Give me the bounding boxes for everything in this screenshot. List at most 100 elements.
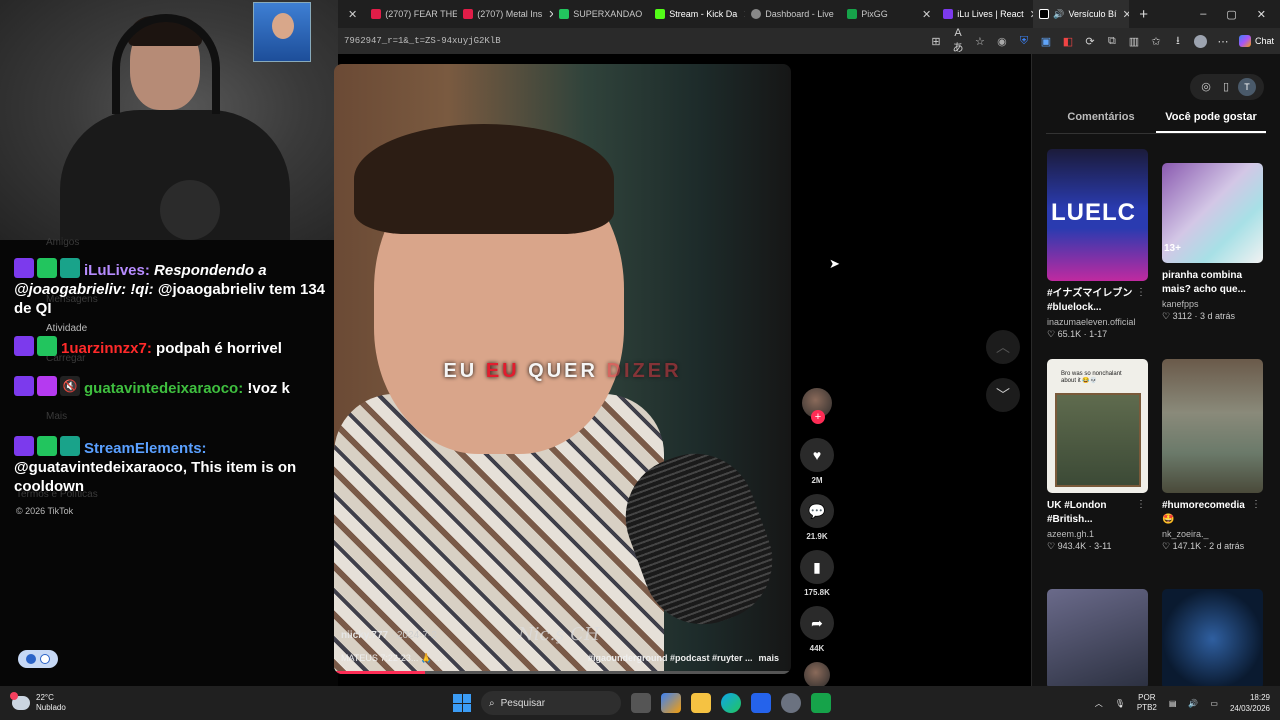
video-author[interactable]: niicky.777 bbox=[341, 630, 388, 641]
tray-expand-icon[interactable]: ︿ bbox=[1095, 698, 1103, 709]
previous-video-button[interactable]: ︿ bbox=[986, 330, 1020, 364]
more-options-icon[interactable]: ⋮ bbox=[1136, 287, 1146, 298]
bitwarden-icon[interactable]: ⛨ bbox=[1018, 35, 1030, 48]
taskbar-search[interactable]: ⌕ Pesquisar bbox=[481, 691, 621, 715]
video-card[interactable]: 13+ piranha combina mais? acho que... ka… bbox=[1162, 163, 1263, 322]
video-thumbnail[interactable] bbox=[1047, 589, 1148, 686]
language-indicator[interactable]: POR PTB2 bbox=[1137, 693, 1157, 713]
close-window-button[interactable]: ✕ bbox=[1257, 8, 1266, 21]
video-card-title[interactable]: #イナズマイレブン #bluelock... bbox=[1047, 287, 1148, 315]
video-card[interactable]: #humorecomedia 🤩 ⋮ nk_zoeira._ ♡ 147.1K … bbox=[1162, 359, 1263, 552]
downloads-icon[interactable]: ⭳ bbox=[1172, 32, 1184, 51]
volume-icon[interactable]: 🔊 bbox=[1188, 699, 1198, 708]
comment-button[interactable]: 💬 bbox=[800, 494, 834, 528]
video-player[interactable]: EU EU QUER DIZER Nic.ş CH niicky.777 · 2… bbox=[334, 64, 791, 674]
url-field[interactable]: 7962947_r=1&_t=ZS-94xuyjG2KlB bbox=[344, 36, 501, 46]
video-thumbnail[interactable]: LUELC bbox=[1047, 149, 1148, 281]
video-thumbnail[interactable]: 13+ bbox=[1162, 163, 1263, 263]
share-button[interactable]: ➦ bbox=[800, 606, 834, 640]
tab-pixgg[interactable]: PixGG ✕ bbox=[841, 0, 937, 28]
office-icon[interactable]: ◧ bbox=[1062, 35, 1074, 48]
copilot-chat-button[interactable]: Chat bbox=[1238, 35, 1274, 47]
weather-widget[interactable]: 22°C Nublado bbox=[0, 692, 200, 713]
chat-username[interactable]: StreamElements: bbox=[84, 440, 207, 457]
save-button[interactable]: ▮ bbox=[800, 550, 834, 584]
tab-youtube-2[interactable]: (2707) Metal Ins ✕ bbox=[457, 0, 553, 28]
streaming-app-icon[interactable] bbox=[811, 693, 831, 713]
video-progress-fill bbox=[334, 671, 426, 674]
tab-youtube-1[interactable]: (2707) FEAR THE✕ bbox=[365, 0, 457, 28]
tab-you-may-like[interactable]: Você pode gostar bbox=[1156, 108, 1266, 133]
phone-icon[interactable]: ▯ bbox=[1218, 79, 1234, 95]
share-count: 44K bbox=[809, 644, 825, 653]
battery-icon[interactable]: ▭ bbox=[1210, 699, 1218, 708]
video-card-title[interactable]: piranha combina mais? acho que... bbox=[1162, 269, 1263, 297]
extension-icon[interactable]: ◉ bbox=[996, 35, 1008, 48]
photos-app-icon[interactable] bbox=[751, 693, 771, 713]
video-card-author[interactable]: kanefpps bbox=[1162, 299, 1263, 309]
video-card[interactable]: LUELC #イナズマイレブン #bluelock... ⋮ inazumael… bbox=[1047, 149, 1148, 340]
read-aloud-icon[interactable]: Aあ bbox=[952, 27, 964, 55]
edge-browser-icon[interactable] bbox=[721, 693, 741, 713]
tab-kick-stream[interactable]: Stream - Kick Da✕ bbox=[649, 0, 745, 28]
video-card-author[interactable]: azeem.gh.1 bbox=[1047, 529, 1148, 539]
settings-gear-icon[interactable] bbox=[781, 693, 801, 713]
split-screen-icon[interactable]: ▥ bbox=[1128, 35, 1140, 48]
video-card-title[interactable]: UK #London #British... bbox=[1047, 499, 1148, 527]
video-thumbnail[interactable] bbox=[1162, 359, 1263, 493]
file-explorer-icon[interactable] bbox=[691, 693, 711, 713]
pixgg-icon bbox=[847, 9, 858, 19]
speaker-icon[interactable]: 🔊 bbox=[1053, 9, 1064, 20]
tab-comments[interactable]: Comentários bbox=[1046, 108, 1156, 133]
extensions-puzzle-icon[interactable]: ⧉ bbox=[1106, 35, 1118, 48]
next-video-button[interactable]: ﹀ bbox=[986, 378, 1020, 412]
task-view-icon[interactable] bbox=[631, 693, 651, 713]
minimize-button[interactable]: – bbox=[1200, 8, 1206, 21]
favorites-icon[interactable]: ✩ bbox=[1150, 35, 1162, 48]
microphone-icon[interactable]: 🎙 bbox=[1115, 699, 1125, 708]
network-icon[interactable]: ▤ bbox=[1169, 699, 1177, 708]
video-progress-bar[interactable] bbox=[334, 671, 791, 674]
clock[interactable]: 18:29 24/03/2026 bbox=[1230, 692, 1270, 714]
close-icon[interactable]: ✕ bbox=[1122, 8, 1129, 21]
chat-username[interactable]: guatavintedeixaraoco: bbox=[84, 380, 243, 397]
video-thumbnail[interactable]: Bro was so nonchalant about it 😂💀 bbox=[1047, 359, 1148, 493]
video-card-author[interactable]: nk_zoeira._ bbox=[1162, 529, 1263, 539]
favorite-star-icon[interactable]: ☆ bbox=[974, 35, 986, 48]
refresh-extension-icon[interactable]: ⟳ bbox=[1084, 35, 1096, 48]
compass-icon[interactable]: ◎ bbox=[1198, 79, 1214, 95]
more-button[interactable]: mais bbox=[758, 653, 779, 663]
like-button[interactable]: ♥ bbox=[800, 438, 834, 472]
tab-tiktok-active[interactable]: 🔊 Versículo Bí ✕ bbox=[1033, 0, 1130, 28]
video-card-title[interactable]: #humorecomedia 🤩 bbox=[1162, 499, 1263, 527]
video-card[interactable] bbox=[1047, 589, 1148, 686]
windows-start-icon[interactable] bbox=[453, 694, 471, 712]
tab-dashboard[interactable]: Dashboard - Live✕ bbox=[745, 0, 841, 28]
video-card[interactable] bbox=[1162, 589, 1263, 686]
chat-username[interactable]: iLuLives: bbox=[84, 262, 150, 279]
translate-icon[interactable]: ▣ bbox=[1040, 35, 1052, 48]
sound-disc-avatar[interactable] bbox=[804, 662, 830, 688]
user-avatar[interactable]: T bbox=[1238, 78, 1256, 96]
profile-avatar-icon[interactable] bbox=[1193, 34, 1207, 48]
follow-plus-icon[interactable]: + bbox=[811, 410, 825, 424]
tab-ilu-lives[interactable]: iLu Lives | React✕ bbox=[937, 0, 1033, 28]
bottom-toggle-pill[interactable] bbox=[18, 650, 58, 668]
panel-tabs: Comentários Você pode gostar bbox=[1046, 108, 1266, 134]
creator-avatar[interactable]: + bbox=[802, 388, 832, 424]
more-options-icon[interactable]: ⋮ bbox=[1136, 499, 1146, 510]
tab-superxandao[interactable]: SUPERXANDAO✕ bbox=[553, 0, 649, 28]
app-available-icon[interactable]: ⊞ bbox=[930, 35, 942, 48]
maximize-button[interactable]: ▢ bbox=[1226, 8, 1236, 21]
more-menu-icon[interactable]: ⋯ bbox=[1217, 35, 1229, 48]
copilot-app-icon[interactable] bbox=[661, 693, 681, 713]
video-thumbnail[interactable] bbox=[1162, 589, 1263, 686]
chat-username[interactable]: 1uarzinnzx7: bbox=[61, 340, 152, 357]
video-card[interactable]: Bro was so nonchalant about it 😂💀 UK #Lo… bbox=[1047, 359, 1148, 552]
tab-close-icon[interactable]: ✕ bbox=[338, 0, 365, 28]
bookmark-icon: ▮ bbox=[813, 558, 821, 575]
more-options-icon[interactable]: ⋮ bbox=[1251, 499, 1261, 510]
video-card-author[interactable]: inazumaeleven.official bbox=[1047, 317, 1148, 327]
close-icon[interactable]: ✕ bbox=[922, 8, 931, 21]
new-tab-button[interactable]: + bbox=[1129, 0, 1158, 28]
